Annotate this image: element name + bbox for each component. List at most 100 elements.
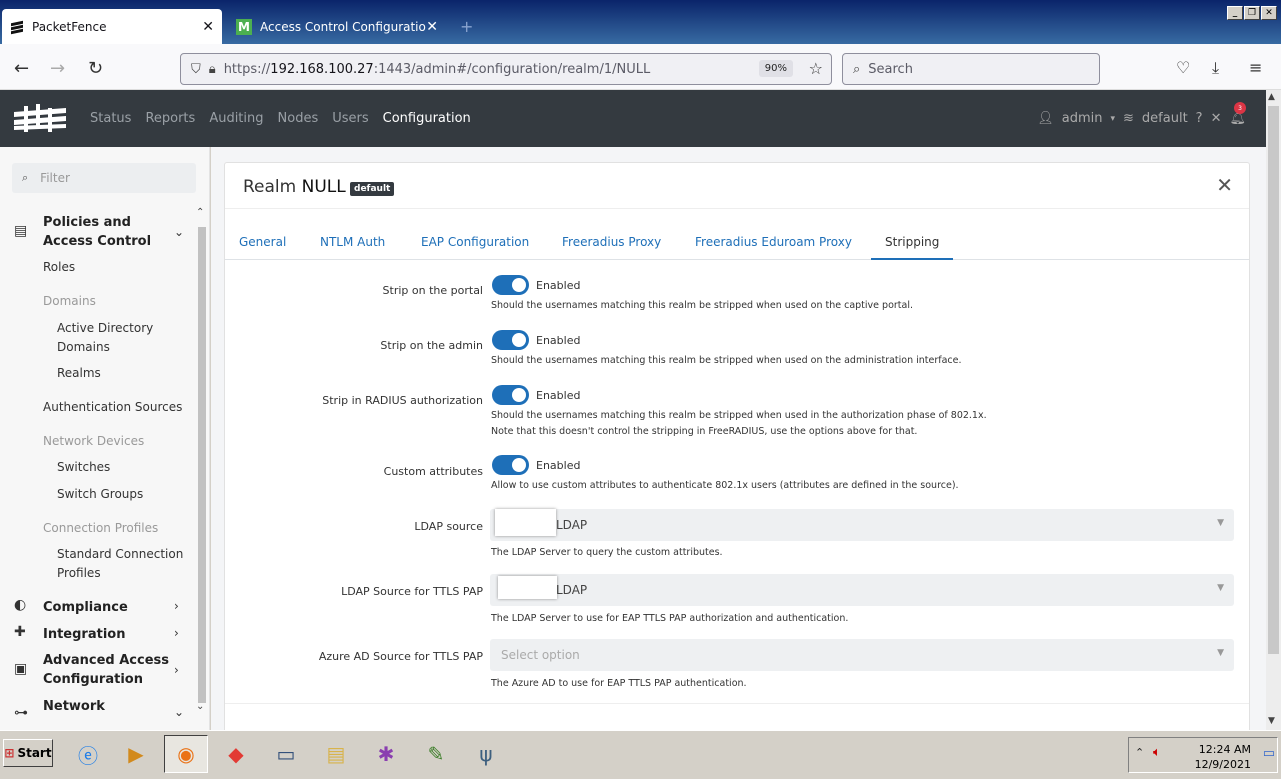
- custom-attributes-toggle[interactable]: [492, 455, 529, 475]
- firefox-icon[interactable]: ◉: [164, 735, 208, 773]
- strip-radius-toggle[interactable]: [492, 385, 529, 405]
- strip-radius-state: Enabled: [536, 389, 581, 402]
- packetfence-favicon: [10, 20, 24, 34]
- sidebar-item-standard-connection-profiles[interactable]: Standard Connection Profiles: [57, 545, 187, 583]
- menu-icon[interactable]: ≡: [1249, 58, 1262, 77]
- tab-stripping[interactable]: Stripping: [871, 223, 953, 260]
- filter-placeholder: Filter: [40, 171, 70, 185]
- new-tab-icon[interactable]: +: [460, 17, 473, 36]
- sidebar-header-connection-profiles: Connection Profiles: [43, 521, 159, 535]
- network-computers-icon[interactable]: ▭: [264, 735, 308, 773]
- lock-icon[interactable]: 🔒︎: [209, 62, 216, 77]
- azure-ttls-select[interactable]: Select option ▼: [490, 639, 1234, 671]
- reload-icon[interactable]: ↻: [88, 58, 103, 79]
- clock-date: 12/9/2021: [1194, 758, 1251, 771]
- sidebar-item-network[interactable]: Network: [43, 697, 105, 716]
- pocket-icon[interactable]: ♡: [1176, 58, 1190, 77]
- strip-admin-state: Enabled: [536, 334, 581, 347]
- nav-configuration[interactable]: Configuration: [383, 111, 471, 126]
- clock[interactable]: 12:24 AM 12/9/2021: [1195, 742, 1251, 772]
- scroll-down-icon[interactable]: ⌄: [196, 701, 204, 712]
- volume-muted-icon[interactable]: 🔈︎: [1153, 745, 1161, 760]
- tray-expand-icon[interactable]: ⌃: [1135, 746, 1144, 759]
- tab-packetfence[interactable]: PacketFence ✕: [2, 9, 222, 45]
- tools-icon[interactable]: ✕: [1211, 111, 1222, 126]
- scrollbar-thumb[interactable]: [1268, 106, 1279, 654]
- sidebar-scrollbar[interactable]: ⌃ ⌄: [194, 207, 208, 717]
- user-name[interactable]: admin: [1062, 111, 1103, 126]
- chevron-down-icon[interactable]: ⌄: [174, 705, 184, 719]
- sidebar-item-integration[interactable]: Integration: [43, 625, 125, 644]
- scroll-down-icon[interactable]: ▼: [1268, 716, 1275, 726]
- azure-ttls-help: The Azure AD to use for EAP TTLS PAP aut…: [491, 678, 747, 689]
- back-icon[interactable]: ←: [14, 58, 29, 79]
- download-icon[interactable]: ⤓: [1212, 58, 1219, 78]
- tab-freeradius-proxy[interactable]: Freeradius Proxy: [548, 223, 675, 260]
- sidebar-item-switches[interactable]: Switches: [57, 458, 110, 477]
- sidebar-scrollbar-thumb[interactable]: [198, 227, 206, 703]
- search-input[interactable]: ⌕ Search: [842, 53, 1100, 85]
- tenant-name[interactable]: default: [1142, 111, 1188, 126]
- start-button[interactable]: ⊞ Start: [3, 739, 53, 767]
- user-icon: 👤︎: [1037, 111, 1054, 126]
- bookmark-star-icon[interactable]: ☆: [809, 59, 823, 78]
- zoom-indicator[interactable]: 90%: [758, 60, 793, 77]
- filter-input[interactable]: ⌕ Filter: [12, 163, 196, 193]
- chevron-right-icon[interactable]: ›: [174, 599, 179, 613]
- help-icon[interactable]: ?: [1196, 111, 1203, 126]
- media-player-icon[interactable]: ▶: [114, 735, 158, 773]
- chevron-right-icon[interactable]: ›: [174, 663, 179, 677]
- restore-icon[interactable]: ❐: [1244, 6, 1260, 20]
- scroll-up-icon[interactable]: ▲: [1268, 92, 1275, 102]
- tab-eap-configuration[interactable]: EAP Configuration: [407, 223, 543, 260]
- footer-divider: [225, 703, 1249, 704]
- file-manager-icon[interactable]: ▤: [314, 735, 358, 773]
- editor-icon[interactable]: ✎: [414, 735, 458, 773]
- tab-freeradius-eduroam-proxy[interactable]: Freeradius Eduroam Proxy: [681, 223, 866, 260]
- app-red-icon[interactable]: ◆: [214, 735, 258, 773]
- sidebar-item-advanced-access-configuration[interactable]: Advanced Access Configuration: [43, 651, 173, 689]
- ldap-ttls-select[interactable]: LDAP ▼: [490, 574, 1234, 606]
- sidebar-item-authentication-sources[interactable]: Authentication Sources: [43, 398, 182, 417]
- search-icon: ⌕: [22, 171, 29, 184]
- tab-access-control[interactable]: M Access Control Configuration - Mer ✕: [228, 9, 446, 45]
- tree-app-icon[interactable]: ψ: [464, 735, 508, 773]
- nav-reports[interactable]: Reports: [145, 111, 195, 126]
- control-panel-icon[interactable]: ✱: [364, 735, 408, 773]
- sidebar-item-active-directory-domains[interactable]: Active Directory Domains: [57, 319, 167, 357]
- chevron-down-icon[interactable]: ⌄: [174, 225, 184, 239]
- browser-titlebar: PacketFence ✕ M Access Control Configura…: [0, 0, 1281, 46]
- nav-users[interactable]: Users: [332, 111, 368, 126]
- packetfence-logo[interactable]: [14, 104, 68, 134]
- close-tab-icon[interactable]: ✕: [202, 19, 214, 35]
- forward-icon[interactable]: →: [50, 58, 65, 79]
- close-tab-icon[interactable]: ✕: [426, 19, 438, 35]
- sidebar-item-policies[interactable]: Policies and Access Control: [43, 213, 173, 251]
- close-icon[interactable]: ✕: [1216, 173, 1233, 197]
- sidebar-item-switch-groups[interactable]: Switch Groups: [57, 485, 143, 504]
- strip-admin-toggle[interactable]: [492, 330, 529, 350]
- tab-ntlm-auth[interactable]: NTLM Auth: [306, 223, 399, 260]
- sidebar-item-roles[interactable]: Roles: [43, 258, 75, 277]
- chevron-down-icon[interactable]: ▾: [1110, 114, 1115, 124]
- close-window-icon[interactable]: ✕: [1261, 6, 1277, 20]
- notification-badge: 3: [1234, 102, 1246, 114]
- chevron-right-icon[interactable]: ›: [174, 626, 179, 640]
- sidebar-item-compliance[interactable]: Compliance: [43, 598, 128, 617]
- show-desktop-icon[interactable]: ▭: [1263, 746, 1275, 761]
- nav-nodes[interactable]: Nodes: [278, 111, 319, 126]
- sidebar-item-realms[interactable]: Realms: [57, 364, 101, 383]
- internet-explorer-icon[interactable]: ⓔ: [66, 735, 110, 773]
- page-scrollbar[interactable]: ▲ ▼: [1266, 90, 1281, 730]
- ldap-source-select[interactable]: LDAP ▼: [490, 509, 1234, 541]
- realm-card: Realm NULL default ✕ General NTLM Auth E…: [224, 162, 1250, 730]
- minimize-icon[interactable]: _: [1227, 6, 1243, 20]
- shield-icon[interactable]: ⛉: [191, 62, 201, 77]
- strip-portal-toggle[interactable]: [492, 275, 529, 295]
- scroll-up-icon[interactable]: ⌃: [196, 207, 204, 218]
- nav-auditing[interactable]: Auditing: [209, 111, 263, 126]
- tab-general[interactable]: General: [225, 223, 300, 260]
- nav-status[interactable]: Status: [90, 111, 131, 126]
- url-bar[interactable]: ⛉ 🔒︎ https://192.168.100.27:1443/admin#/…: [180, 53, 832, 85]
- custom-attributes-label: Custom attributes: [383, 465, 483, 478]
